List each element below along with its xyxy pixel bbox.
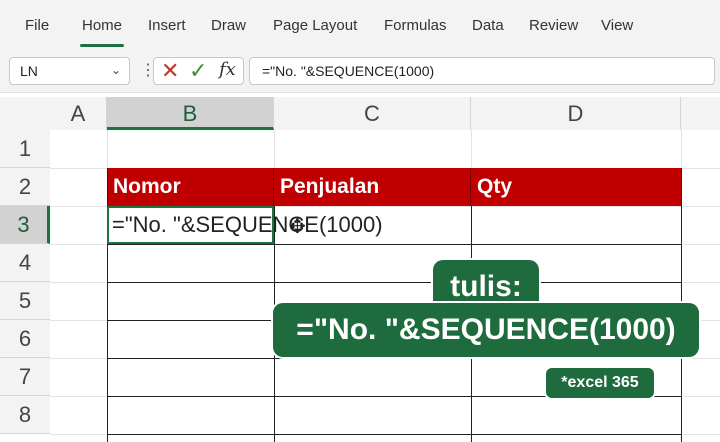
menu-review[interactable]: Review — [529, 17, 578, 34]
table-border — [107, 434, 682, 435]
formula-input[interactable]: ="No. "&SEQUENCE(1000) — [249, 57, 715, 85]
row-header-7[interactable]: 7 — [0, 358, 50, 396]
table-border — [107, 358, 682, 359]
select-all-corner[interactable] — [0, 97, 50, 130]
move-cursor-icon: ✥ — [289, 216, 306, 238]
menu-file[interactable]: File — [25, 17, 49, 34]
column-header-b[interactable]: B — [107, 97, 274, 130]
row-header-1[interactable]: 1 — [0, 130, 50, 168]
chevron-down-icon[interactable]: ⌄ — [111, 63, 121, 77]
menu-data[interactable]: Data — [472, 17, 504, 34]
table-header-nomor[interactable]: Nomor — [107, 168, 274, 206]
menu-page-layout[interactable]: Page Layout — [273, 17, 357, 34]
menu-view[interactable]: View — [601, 17, 633, 34]
row-header-5[interactable]: 5 — [0, 282, 50, 320]
cell-edit-text[interactable]: ="No. "&SEQUENCE(1000) — [112, 212, 383, 238]
table-header-qty[interactable]: Qty — [471, 168, 681, 206]
column-header-c[interactable]: C — [274, 97, 471, 130]
menu-draw[interactable]: Draw — [211, 17, 246, 34]
close-icon[interactable]: ✕ — [161, 58, 179, 84]
excel-version-note: *excel 365 — [546, 368, 654, 398]
column-header-e[interactable] — [681, 97, 720, 130]
row-header-8[interactable]: 8 — [0, 396, 50, 434]
table-border — [107, 244, 682, 245]
menu-formulas[interactable]: Formulas — [384, 17, 447, 34]
insert-function-button[interactable]: fx — [219, 59, 236, 80]
name-box-value: LN — [20, 63, 38, 79]
callout-formula-text: ="No. "&SEQUENCE(1000) — [296, 313, 676, 346]
menu-home[interactable]: Home — [82, 17, 122, 34]
name-box[interactable]: LN ⌄ — [9, 57, 130, 85]
column-header-d[interactable]: D — [471, 97, 681, 130]
table-header-penjualan[interactable]: Penjualan — [274, 168, 471, 206]
callout-label-text: tulis: — [450, 270, 522, 303]
formula-input-text: ="No. "&SEQUENCE(1000) — [262, 63, 435, 79]
check-icon[interactable]: ✓ — [189, 58, 207, 84]
menu-insert[interactable]: Insert — [148, 17, 186, 34]
active-tab-indicator — [80, 44, 124, 47]
row-header-3[interactable]: 3 — [0, 206, 50, 244]
column-header-a[interactable]: A — [50, 97, 107, 130]
row-header-6[interactable]: 6 — [0, 320, 50, 358]
row-header-2[interactable]: 2 — [0, 168, 50, 206]
row-header-4[interactable]: 4 — [0, 244, 50, 282]
table-border — [107, 282, 682, 283]
